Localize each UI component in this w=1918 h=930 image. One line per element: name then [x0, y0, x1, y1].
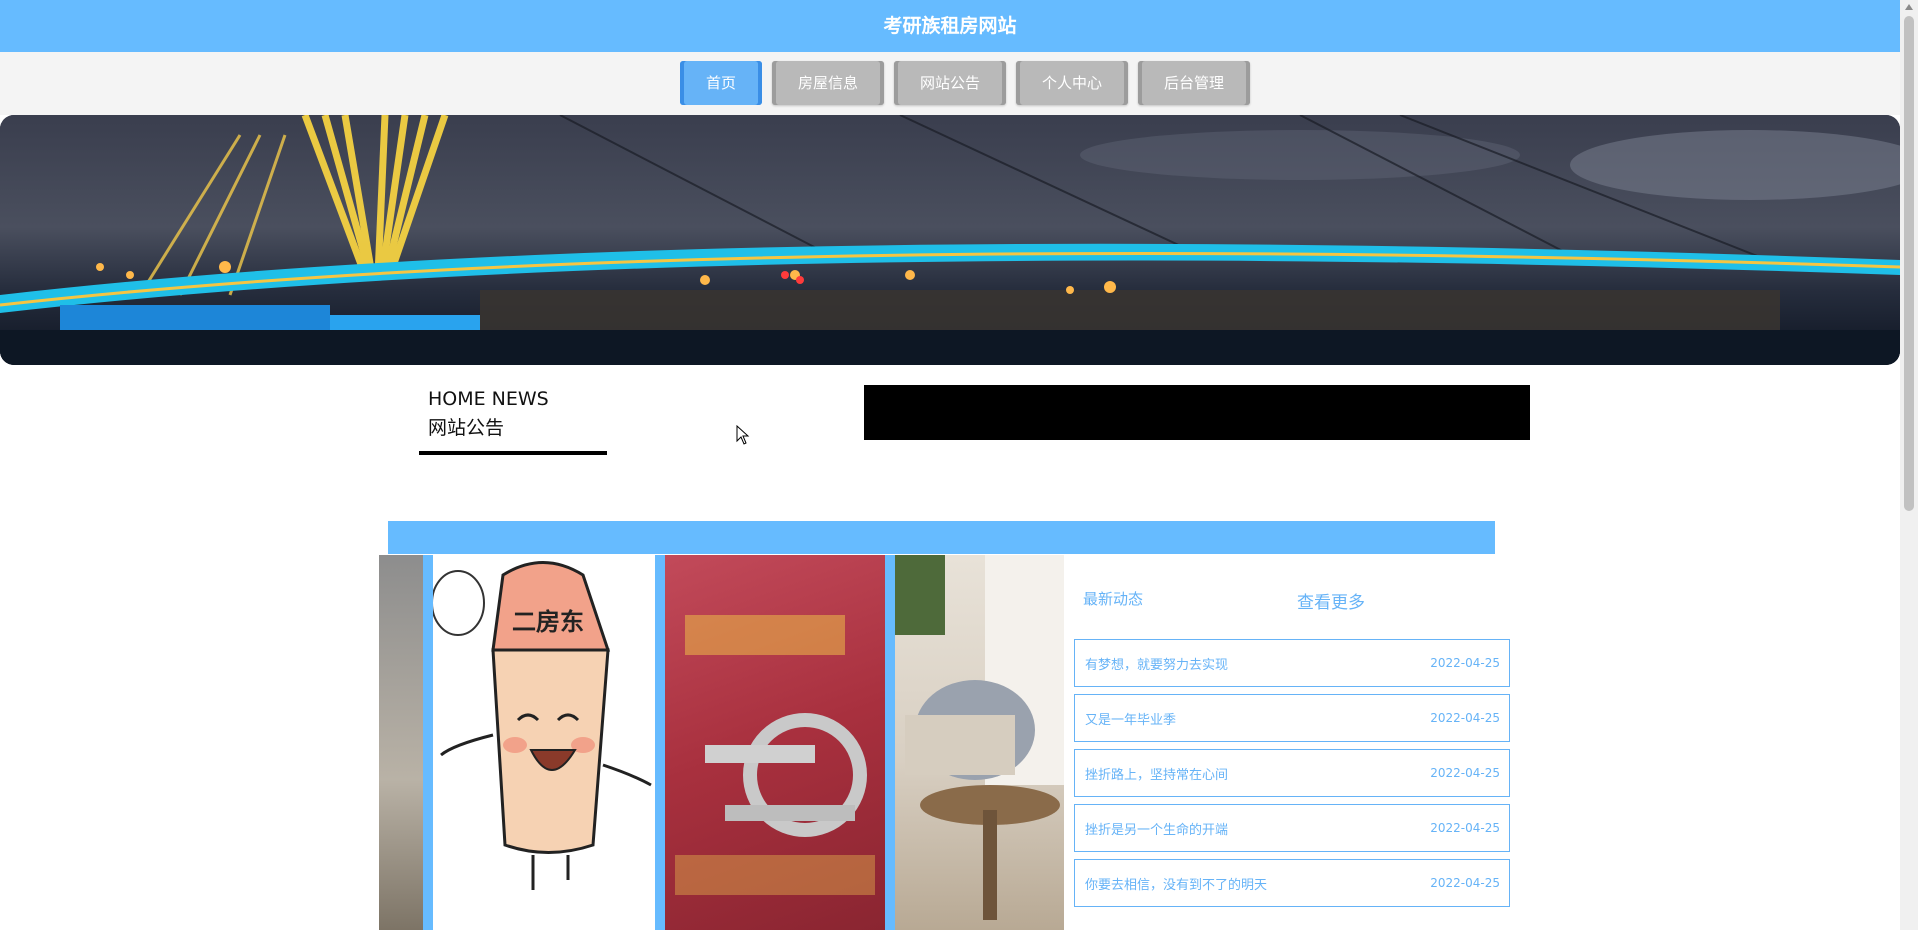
news-item[interactable]: 挫折路上，坚持常在心间 2022-04-25 [1074, 749, 1510, 797]
news-list: 有梦想，就要努力去实现 2022-04-25 又是一年毕业季 2022-04-2… [1074, 639, 1510, 914]
hero-banner-bridge-image [0, 115, 1900, 365]
news-item-date: 2022-04-25 [1430, 711, 1500, 725]
news-item[interactable]: 有梦想，就要努力去实现 2022-04-25 [1074, 639, 1510, 687]
redacted-block [864, 385, 1530, 440]
bridge-night-illustration [0, 115, 1900, 365]
landlord-sign-text: 二房东 [512, 608, 584, 636]
news-item-title: 有梦想，就要努力去实现 [1085, 657, 1229, 673]
view-more-link[interactable]: 查看更多 [1297, 588, 1365, 613]
main-nav: 首页 房屋信息 网站公告 个人中心 后台管理 [0, 52, 1900, 115]
news-item[interactable]: 又是一年毕业季 2022-04-25 [1074, 694, 1510, 742]
heading-cn: 网站公告 [428, 417, 505, 439]
latest-news-title: 最新动态 [1083, 590, 1144, 608]
news-item[interactable]: 挫折是另一个生命的开端 2022-04-25 [1074, 804, 1510, 852]
nav-announcements[interactable]: 网站公告 [894, 61, 1006, 105]
photo-partial-street[interactable] [379, 555, 423, 930]
news-item-title: 挫折路上，坚持常在心间 [1085, 767, 1229, 783]
heading-en: HOME NEWS [428, 388, 549, 410]
news-item-title: 挫折是另一个生命的开端 [1085, 822, 1229, 838]
site-title: 考研族租房网站 [883, 15, 1017, 37]
nav-personal-center[interactable]: 个人中心 [1016, 61, 1128, 105]
nav-house-info[interactable]: 房屋信息 [772, 61, 884, 105]
nav-admin[interactable]: 后台管理 [1138, 61, 1250, 105]
photo-landlord-cartoon[interactable]: 二房东 [433, 555, 655, 930]
heading-underline [419, 451, 607, 455]
news-item-title: 又是一年毕业季 [1085, 712, 1177, 728]
photo-living-room[interactable] [895, 555, 1064, 930]
announcement-heading: HOME NEWS 网站公告 [428, 385, 549, 443]
house-photo-strip: 二房东 [379, 555, 1064, 930]
mouse-cursor-icon [736, 425, 750, 445]
photo-property-certificate-keys[interactable] [665, 555, 885, 930]
section-header-strip [388, 521, 1495, 554]
scrollbar-thumb[interactable] [1904, 16, 1914, 511]
news-item-date: 2022-04-25 [1430, 876, 1500, 890]
nav-home[interactable]: 首页 [680, 61, 762, 105]
site-header: 考研族租房网站 [0, 0, 1900, 52]
news-item-title: 你要去相信，没有到不了的明天 [1085, 877, 1268, 893]
scroll-up-arrow-icon[interactable] [1905, 4, 1913, 10]
vertical-scrollbar[interactable] [1900, 0, 1918, 930]
news-item-date: 2022-04-25 [1430, 656, 1500, 670]
news-item-date: 2022-04-25 [1430, 821, 1500, 835]
news-item[interactable]: 你要去相信，没有到不了的明天 2022-04-25 [1074, 859, 1510, 907]
news-item-date: 2022-04-25 [1430, 766, 1500, 780]
